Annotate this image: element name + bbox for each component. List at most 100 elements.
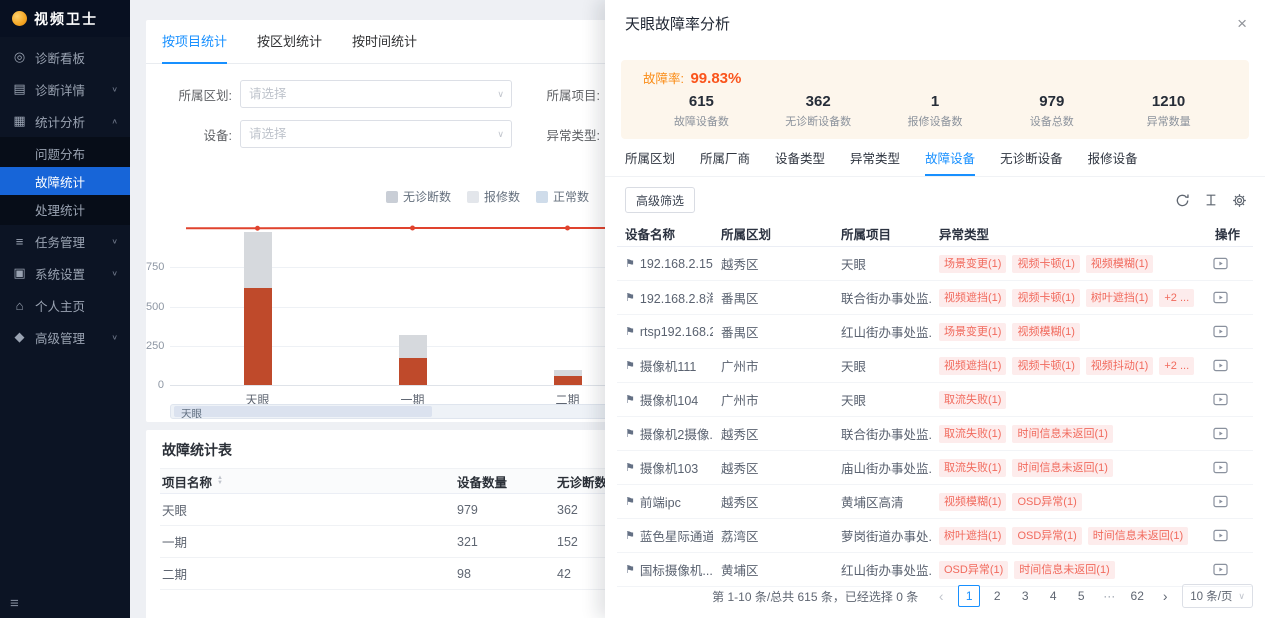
app-logo: 视频卫士 — [0, 0, 130, 37]
video-playback-icon[interactable] — [1213, 393, 1228, 406]
column-height-icon[interactable] — [1204, 193, 1218, 207]
device-row: ⚑摄像机103越秀区庙山街办事处监...取流失败(1)时间信息未返回(1) — [617, 451, 1253, 485]
video-playback-icon[interactable] — [1213, 461, 1228, 474]
device-project: 天眼 — [833, 390, 931, 409]
advanced-filter-button[interactable]: 高级筛选 — [625, 187, 695, 213]
tab-vendor[interactable]: 所属厂商 — [700, 148, 750, 176]
settings-gear-icon[interactable] — [1232, 193, 1247, 208]
flag-icon: ⚑ — [625, 563, 635, 576]
chart-bar-no-diagnosis-1[interactable] — [399, 335, 427, 359]
datazoom-selected-range[interactable] — [174, 406, 432, 417]
tab-fault-devices[interactable]: 故障设备 — [925, 148, 975, 176]
table-cell: 321 — [455, 535, 555, 549]
tab-repair-devices[interactable]: 报修设备 — [1088, 148, 1138, 176]
pagination-prev[interactable]: ‹ — [930, 585, 952, 607]
device-name: ⚑国标摄像机... — [617, 560, 713, 579]
pagination-next[interactable]: › — [1154, 585, 1176, 607]
legend-item-normal-count[interactable]: 正常数 — [536, 188, 589, 205]
page-size-select[interactable]: 10 条/页∨ — [1182, 584, 1253, 608]
tab-district[interactable]: 所属区划 — [625, 148, 675, 176]
column-header[interactable]: 设备数量 — [455, 472, 555, 491]
column-header: 所属项目 — [833, 224, 931, 243]
video-playback-icon[interactable] — [1213, 495, 1228, 508]
sidebar-item-label: 系统设置 — [35, 264, 85, 283]
device-row: ⚑摄像机2摄像...越秀区联合街办事处监...取流失败(1)时间信息未返回(1) — [617, 417, 1253, 451]
device-project: 联合街办事处监... — [833, 288, 931, 307]
exception-tags: 取流失败(1)时间信息未返回(1) — [931, 425, 1207, 443]
sidebar-item-label: 高级管理 — [35, 328, 85, 347]
refresh-icon[interactable] — [1175, 193, 1190, 208]
pagination-page-2[interactable]: 2 — [986, 585, 1008, 607]
close-icon[interactable]: × — [1237, 15, 1247, 32]
modal-title: 天眼故障率分析 — [625, 13, 730, 34]
exception-tag: 时间信息未返回(1) — [1012, 459, 1112, 477]
pagination-page-3[interactable]: 3 — [1014, 585, 1036, 607]
sidebar-item-label: 统计分析 — [35, 112, 85, 131]
row-operation — [1207, 359, 1253, 372]
device-table-header: 设备名称所属区划所属项目异常类型操作 — [617, 221, 1253, 247]
sidebar-item-process-statistics[interactable]: 处理统计 — [0, 195, 130, 223]
column-header[interactable]: 项目名称▲▼ — [160, 472, 455, 491]
tab-device-type[interactable]: 设备类型 — [775, 148, 825, 176]
stat-value: 1210 — [1110, 93, 1227, 110]
sidebar-item-task-management[interactable]: ≡任务管理∨ — [0, 225, 130, 257]
video-playback-icon[interactable] — [1213, 291, 1228, 304]
sidebar-item-statistics[interactable]: ▦统计分析∧ — [0, 105, 130, 137]
chart-bar-fault-0[interactable] — [244, 288, 272, 385]
video-playback-icon[interactable] — [1213, 257, 1228, 270]
sort-desc-icon[interactable]: ▼ — [217, 481, 223, 486]
sidebar-item-fault-statistics[interactable]: 故障统计 — [0, 167, 130, 195]
chart-bar-no-diagnosis-0[interactable] — [244, 232, 272, 289]
filter-district-input[interactable] — [249, 87, 489, 101]
legend-item-no-diagnosis-count[interactable]: 无诊断数 — [386, 188, 451, 205]
video-playback-icon[interactable] — [1213, 563, 1228, 576]
flag-icon: ⚑ — [625, 393, 635, 406]
video-playback-icon[interactable] — [1213, 529, 1228, 542]
video-playback-icon[interactable] — [1213, 359, 1228, 372]
normal-count-swatch — [536, 191, 548, 203]
tab-by-project[interactable]: 按项目统计 — [162, 20, 227, 63]
more-tags-badge[interactable]: +2 ... — [1159, 357, 1194, 375]
filter-label: 所属项目: — [522, 85, 600, 104]
filter-district-select[interactable]: ∨ — [240, 80, 512, 108]
chart-bar-fault-2[interactable] — [554, 376, 582, 385]
sidebar-item-profile[interactable]: ⌂个人主页 — [0, 289, 130, 321]
chart-bar-no-diagnosis-2[interactable] — [554, 370, 582, 377]
device-project: 红山街办事处监... — [833, 322, 931, 341]
more-tags-badge[interactable]: +2 ... — [1159, 289, 1194, 307]
device-project: 联合街办事处监... — [833, 424, 931, 443]
y-axis-label: 750 — [146, 261, 164, 273]
table-cell: 天眼 — [160, 500, 455, 519]
video-playback-icon[interactable] — [1213, 427, 1228, 440]
sidebar-item-dashboard[interactable]: ◎诊断看板 — [0, 41, 130, 73]
pagination-page-1[interactable]: 1 — [958, 585, 980, 607]
sidebar-item-problem-distribution[interactable]: 问题分布 — [0, 139, 130, 167]
sidebar-submenu: 问题分布故障统计处理统计 — [0, 137, 130, 225]
pagination-page-4[interactable]: 4 — [1042, 585, 1064, 607]
tab-by-district[interactable]: 按区划统计 — [257, 20, 322, 63]
exception-tags: 场景变更(1)视频卡顿(1)视频模糊(1) — [931, 255, 1207, 273]
stat-label: 故障设备数 — [643, 113, 760, 129]
tab-no-diagnosis-devices[interactable]: 无诊断设备 — [1000, 148, 1063, 176]
sidebar-item-diagnosis-detail[interactable]: ▤诊断详情∨ — [0, 73, 130, 105]
sidebar-collapse-icon[interactable]: ≡ — [10, 595, 19, 612]
tab-exception-type[interactable]: 异常类型 — [850, 148, 900, 176]
stat-exception-count: 1210异常数量 — [1110, 93, 1227, 129]
tab-by-time[interactable]: 按时间统计 — [352, 20, 417, 63]
stat-value: 979 — [993, 93, 1110, 110]
video-playback-icon[interactable] — [1213, 325, 1228, 338]
device-district: 番禺区 — [713, 322, 833, 341]
fault-analysis-modal: 天眼故障率分析 × 故障率: 99.83% 615故障设备数362无诊断设备数1… — [605, 0, 1265, 618]
pagination-page-62[interactable]: 62 — [1126, 585, 1148, 607]
exception-tag: OSD异常(1) — [1012, 493, 1081, 511]
filter-device-select[interactable]: ∨ — [240, 120, 512, 148]
column-header: 操作 — [1207, 224, 1253, 243]
legend-item-repair-count[interactable]: 报修数 — [467, 188, 520, 205]
chart-bar-fault-1[interactable] — [399, 358, 427, 385]
sidebar-item-system-settings[interactable]: ▣系统设置∨ — [0, 257, 130, 289]
filter-device-input[interactable] — [249, 127, 489, 141]
sidebar-item-advanced-management[interactable]: ◆高级管理∨ — [0, 321, 130, 353]
fault-rate-value: 99.83% — [690, 70, 741, 87]
pagination-page-5[interactable]: 5 — [1070, 585, 1092, 607]
filter-label: 异常类型: — [522, 125, 600, 144]
